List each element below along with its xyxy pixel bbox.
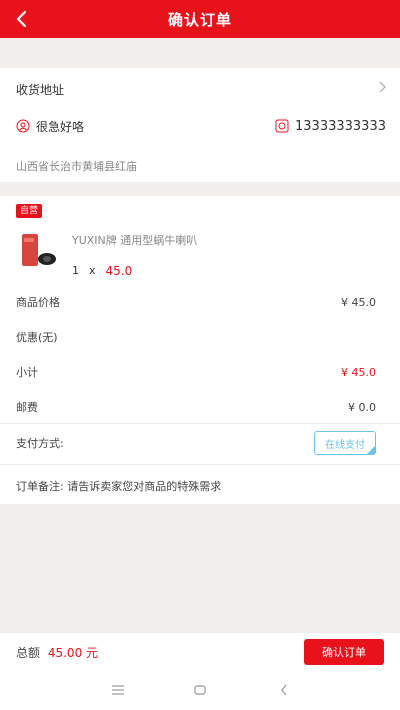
chevron-right-icon — [378, 81, 386, 97]
product-price: 45.0 — [105, 264, 133, 278]
address-card[interactable]: 收货地址 很急好咯 13333333333 山西省长治市黄埔县红庙 — [0, 68, 400, 182]
order-note-field[interactable]: 订单备注: 请告诉卖家您对商品的特殊需求 — [16, 478, 221, 494]
goods-price-value: ¥ 45.0 — [341, 295, 376, 309]
page-title: 确认订单 — [167, 10, 232, 29]
recipient-name: 很急好咯 — [36, 119, 85, 134]
subtotal-value: ¥ 45.0 — [341, 365, 376, 379]
address-label: 收货地址 — [16, 82, 65, 97]
order-card: 自营 YUXIN牌 通用型蜗牛喇叭 1 x 45.0 商品价格 ¥ 45.0 优… — [0, 196, 400, 504]
menu-icon[interactable] — [110, 682, 126, 698]
online-payment-option[interactable]: 在线支付 — [314, 431, 376, 455]
back-nav-icon[interactable] — [276, 682, 292, 698]
total-amount: 总额 45.00 元 — [16, 644, 98, 661]
discount-label: 优惠(无) — [16, 331, 58, 344]
goods-price-row: 商品价格 ¥ 45.0 — [16, 293, 376, 311]
product-qty: 1 — [72, 264, 79, 277]
product-thumbnail[interactable] — [16, 228, 60, 272]
goods-price-label: 商品价格 — [16, 296, 60, 309]
back-arrow-icon — [16, 10, 27, 28]
user-icon — [16, 119, 30, 133]
shipping-row: 邮费 ¥ 0.0 — [16, 398, 376, 416]
self-operated-badge: 自营 — [16, 204, 43, 218]
selected-corner-icon — [367, 446, 375, 454]
total-value: 45.00 元 — [47, 646, 99, 660]
subtotal-row: 小计 ¥ 45.0 — [16, 363, 376, 381]
divider — [0, 464, 400, 465]
top-bar: 确认订单 — [0, 0, 400, 38]
home-icon[interactable] — [192, 682, 208, 698]
bottom-bar: 总额 45.00 元 确认订单 — [0, 632, 400, 670]
shipping-value: ¥ 0.0 — [348, 400, 376, 414]
shipping-label: 邮费 — [16, 401, 38, 414]
subtotal-label: 小计 — [16, 366, 38, 379]
contact-row: 很急好咯 13333333333 — [16, 116, 386, 136]
phone-icon — [275, 119, 289, 133]
payment-row: 支付方式: 在线支付 — [16, 430, 376, 456]
payment-label: 支付方式: — [16, 437, 64, 450]
product-qty-price: 1 x 45.0 — [72, 264, 132, 278]
product-name[interactable]: YUXIN牌 通用型蜗牛喇叭 — [72, 232, 197, 248]
address-row[interactable]: 收货地址 — [16, 78, 386, 100]
online-payment-label: 在线支付 — [325, 439, 365, 451]
discount-row: 优惠(无) — [16, 328, 376, 346]
total-label: 总额 — [16, 646, 41, 660]
confirm-order-button[interactable]: 确认订单 — [304, 639, 384, 665]
address-detail: 山西省长治市黄埔县红庙 — [16, 160, 137, 173]
times-symbol: x — [89, 264, 96, 277]
system-nav-bar — [0, 670, 400, 710]
divider — [0, 423, 400, 424]
recipient-phone: 13333333333 — [295, 118, 386, 134]
back-button[interactable] — [6, 4, 36, 34]
